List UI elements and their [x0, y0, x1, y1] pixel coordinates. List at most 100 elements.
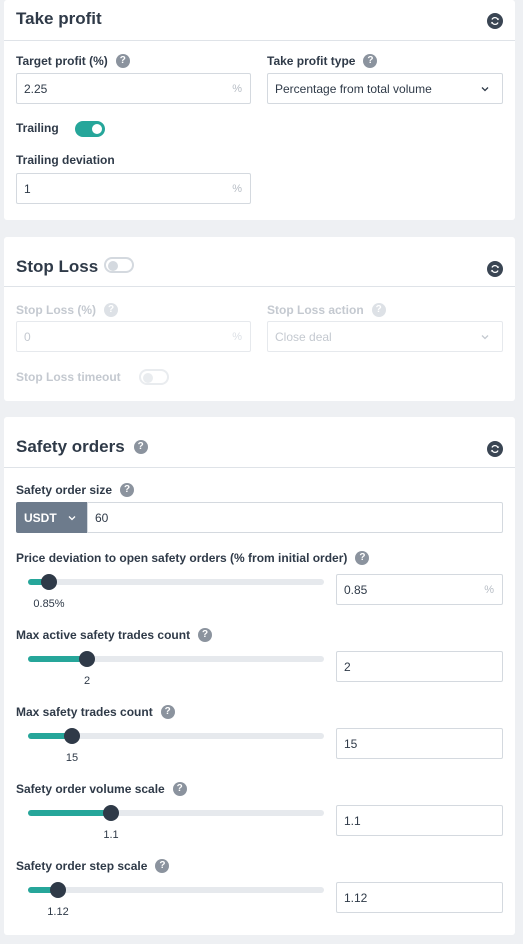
volume-scale-slider[interactable] — [28, 805, 324, 821]
stop-loss-timeout-toggle — [139, 369, 169, 385]
currency-value: USDT — [24, 510, 57, 525]
trailing-deviation-input[interactable]: 1 % — [16, 173, 251, 204]
safety-order-size-value: 60 — [95, 510, 109, 525]
help-icon[interactable]: ? — [120, 483, 135, 497]
help-icon[interactable]: ? — [160, 705, 175, 719]
stop-loss-action-select: Close deal — [267, 321, 503, 352]
max-active-trades-input[interactable]: 2 — [336, 651, 503, 682]
chevron-down-icon — [68, 516, 76, 521]
slider-thumb[interactable] — [64, 728, 80, 744]
chevron-down-icon — [481, 335, 489, 340]
take-profit-type-label: Take profit type ? — [267, 54, 378, 68]
chevron-down-icon — [481, 87, 489, 92]
trailing-toggle[interactable] — [75, 121, 105, 137]
percent-suffix: % — [232, 331, 242, 343]
stop-loss-percent-value: 0 — [24, 329, 31, 344]
price-deviation-slider-value: 0.85% — [33, 598, 65, 610]
price-deviation-value: 0.85 — [344, 582, 368, 597]
take-profit-type-label-text: Take profit type — [267, 54, 356, 68]
max-safety-trades-label: Max safety trades count ? — [16, 705, 175, 719]
help-icon[interactable]: ? — [198, 628, 213, 642]
stop-loss-action-label: Stop Loss action ? — [267, 303, 386, 317]
target-profit-label-text: Target profit (%) — [16, 54, 108, 68]
help-icon[interactable]: ? — [363, 54, 378, 68]
step-scale-slider-value: 1.12 — [47, 906, 69, 918]
sync-icon[interactable] — [487, 261, 503, 277]
max-active-trades-slider[interactable] — [28, 651, 324, 667]
take-profit-header: Take profit — [4, 0, 515, 41]
slider-thumb[interactable] — [50, 882, 66, 898]
price-deviation-slider[interactable] — [28, 574, 324, 590]
price-deviation-label: Price deviation to open safety orders (%… — [16, 551, 370, 565]
max-safety-trades-slider-value: 15 — [65, 752, 79, 764]
slider-thumb[interactable] — [79, 651, 95, 667]
max-safety-trades-value: 15 — [344, 736, 358, 751]
slider-fill — [28, 810, 111, 816]
percent-suffix: % — [232, 83, 242, 95]
stop-loss-toggle[interactable] — [104, 257, 134, 273]
help-icon[interactable]: ? — [133, 439, 148, 454]
slider-thumb[interactable] — [103, 805, 119, 821]
safety-orders-title: Safety orders — [16, 437, 125, 456]
target-profit-input[interactable]: 2.25 % — [16, 73, 251, 104]
toggle-knob — [92, 124, 102, 134]
safety-orders-header: Safety orders ? — [4, 417, 515, 468]
help-icon: ? — [371, 303, 386, 317]
percent-suffix: % — [232, 183, 242, 195]
step-scale-value: 1.12 — [344, 890, 368, 905]
max-active-trades-slider-value: 2 — [83, 675, 91, 687]
max-active-trades-label: Max active safety trades count ? — [16, 628, 213, 642]
percent-suffix: % — [484, 584, 494, 596]
stop-loss-percent-label: Stop Loss (%) ? — [16, 303, 118, 317]
help-icon[interactable]: ? — [115, 54, 130, 68]
stop-loss-percent-label-text: Stop Loss (%) — [16, 303, 96, 317]
take-profit-type-value: Percentage from total volume — [275, 81, 432, 96]
max-active-trades-label-text: Max active safety trades count — [16, 628, 191, 642]
help-icon[interactable]: ? — [172, 782, 187, 796]
step-scale-label-text: Safety order step scale — [16, 859, 148, 873]
sync-icon[interactable] — [487, 13, 503, 29]
max-active-trades-value: 2 — [344, 659, 351, 674]
help-icon[interactable]: ? — [355, 551, 370, 565]
toggle-knob — [108, 261, 118, 271]
slider-thumb[interactable] — [41, 574, 57, 590]
target-profit-label: Target profit (%) ? — [16, 54, 130, 68]
trailing-label: Trailing — [16, 121, 59, 135]
safety-orders-card: Safety orders ? Safety order size ? USDT… — [4, 417, 515, 935]
target-profit-value: 2.25 — [24, 81, 48, 96]
max-safety-trades-slider[interactable] — [28, 728, 324, 744]
safety-order-size-label-text: Safety order size — [16, 483, 113, 497]
step-scale-input[interactable]: 1.12 — [336, 882, 503, 913]
max-safety-trades-label-text: Max safety trades count — [16, 705, 153, 719]
price-deviation-input[interactable]: 0.85 % — [336, 574, 503, 605]
safety-order-size-input[interactable]: 60 — [87, 502, 503, 533]
price-deviation-label-text: Price deviation to open safety orders (%… — [16, 551, 348, 565]
step-scale-slider[interactable] — [28, 882, 324, 898]
help-icon[interactable]: ? — [155, 859, 170, 873]
stop-loss-header: Stop Loss — [4, 237, 515, 287]
max-safety-trades-input[interactable]: 15 — [336, 728, 503, 759]
volume-scale-input[interactable]: 1.1 — [336, 805, 503, 836]
take-profit-card: Take profit Target profit (%) ? 2.25 % T… — [4, 0, 515, 220]
volume-scale-slider-value: 1.1 — [103, 829, 119, 841]
volume-scale-label-text: Safety order volume scale — [16, 782, 165, 796]
volume-scale-label: Safety order volume scale ? — [16, 782, 187, 796]
sync-icon[interactable] — [487, 441, 503, 457]
stop-loss-action-value: Close deal — [275, 329, 332, 344]
trailing-deviation-label: Trailing deviation — [16, 153, 115, 167]
trailing-deviation-value: 1 — [24, 181, 31, 196]
stop-loss-title: Stop Loss — [16, 257, 99, 276]
toggle-knob — [143, 373, 153, 383]
volume-scale-value: 1.1 — [344, 813, 361, 828]
take-profit-type-select[interactable]: Percentage from total volume — [267, 73, 503, 104]
currency-select[interactable]: USDT — [16, 502, 87, 533]
take-profit-title: Take profit — [16, 9, 102, 28]
stop-loss-card: Stop Loss Stop Loss (%) ? 0 % Stop Loss … — [4, 237, 515, 401]
stop-loss-action-label-text: Stop Loss action — [267, 303, 364, 317]
step-scale-label: Safety order step scale ? — [16, 859, 170, 873]
safety-orders-title-wrap: Safety orders ? — [16, 438, 148, 455]
safety-order-size-label: Safety order size ? — [16, 483, 135, 497]
stop-loss-timeout-label: Stop Loss timeout — [16, 370, 121, 384]
help-icon: ? — [104, 303, 118, 317]
stop-loss-percent-input: 0 % — [16, 321, 251, 352]
